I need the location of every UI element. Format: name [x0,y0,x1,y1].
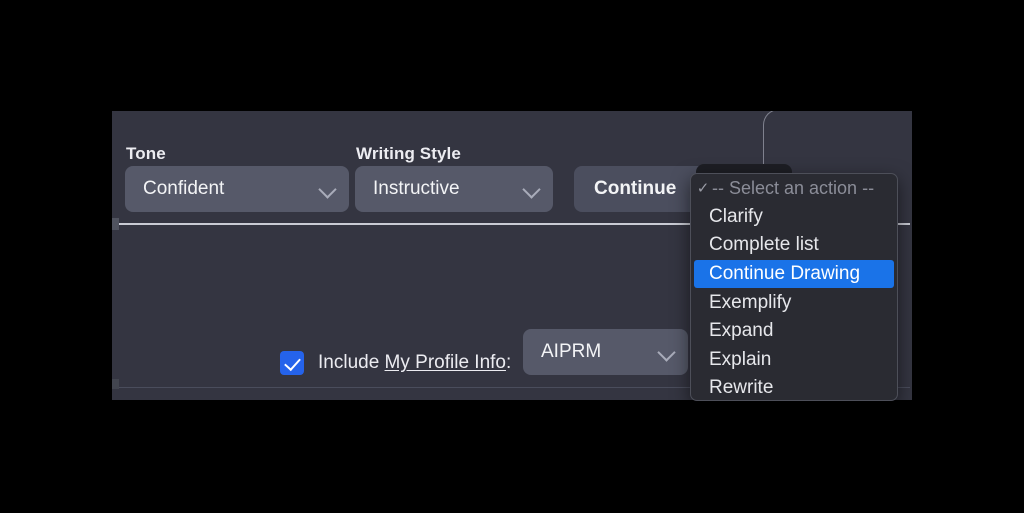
chevron-down-icon [319,180,337,198]
dropdown-option-label: Clarify [709,205,763,227]
include-profile-label: Include My Profile Info: [318,352,511,374]
my-profile-info-link[interactable]: My Profile Info [385,352,506,373]
dropdown-option-placeholder[interactable]: ✓ -- Select an action -- [691,174,897,203]
writing-style-label: Writing Style [356,144,461,163]
writing-style-select-value: Instructive [373,178,460,199]
dropdown-option-expand[interactable]: Expand [691,317,897,346]
dropdown-option-label: Complete list [709,234,819,256]
tone-label: Tone [126,144,166,163]
action-dropdown-list[interactable]: ✓ -- Select an action -- Clarify Complete… [690,173,898,401]
left-edge-marker-bottom [112,379,119,389]
chevron-down-icon [523,180,541,198]
profile-select-value: AIPRM [541,341,602,362]
tone-select-value: Confident [143,178,225,199]
dropdown-option-placeholder-label: -- Select an action -- [712,177,875,198]
writing-style-select[interactable]: Instructive [355,166,553,212]
dropdown-option-clarify[interactable]: Clarify [691,203,897,232]
left-edge-marker-top [112,218,119,230]
include-profile-checkbox[interactable] [280,351,304,375]
screenshot-root: Tone Confident Writing Style Instructive… [0,0,1024,513]
include-profile-row: Include My Profile Info: [280,337,511,389]
profile-select[interactable]: AIPRM [523,329,688,375]
checkmark-icon: ✓ [696,180,710,198]
dropdown-option-exemplify[interactable]: Exemplify [691,288,897,317]
dropdown-option-continue-drawing[interactable]: Continue Drawing [694,259,894,289]
dropdown-option-label: Expand [709,320,774,342]
include-profile-text-suffix: : [505,352,512,373]
dropdown-option-label: Rewrite [709,377,774,399]
tone-select[interactable]: Confident [125,166,349,212]
dropdown-option-explain[interactable]: Explain [691,346,897,375]
dropdown-option-label: Exemplify [709,291,792,313]
chevron-down-icon [658,343,676,361]
dropdown-option-complete-list[interactable]: Complete list [691,231,897,260]
dropdown-option-rewrite[interactable]: Rewrite [691,374,897,400]
dropdown-option-label: Continue Drawing [709,263,861,285]
include-profile-text-prefix: Include [318,352,385,373]
dropdown-option-label: Explain [709,348,772,370]
